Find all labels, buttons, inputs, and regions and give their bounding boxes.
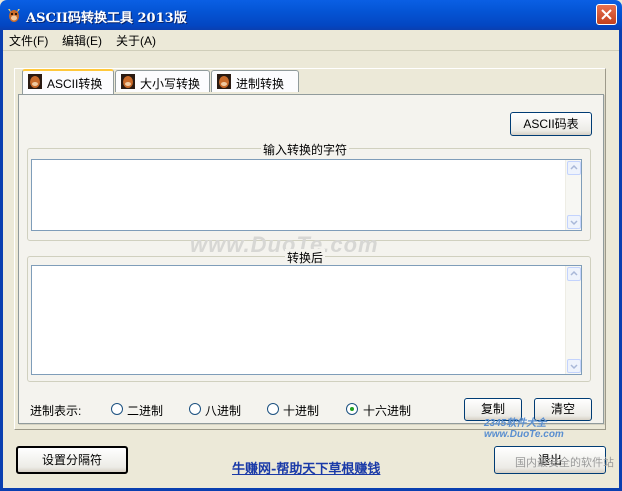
radio-hex-label[interactable]: 十六进制 <box>363 402 411 419</box>
scroll-up-arrow[interactable] <box>567 267 581 281</box>
radio-binary-label[interactable]: 二进制 <box>127 402 163 419</box>
chevron-up-icon <box>570 164 578 170</box>
footer-link[interactable]: 牛赚网-帮助天下草根赚钱 <box>232 458 380 477</box>
radio-octal-label[interactable]: 八进制 <box>205 402 241 419</box>
tab-ascii-label: ASCII转换 <box>47 77 103 91</box>
corner-watermark-bottom: 国内最安全的软件站 <box>515 457 614 469</box>
close-button[interactable] <box>596 4 617 25</box>
menu-divider <box>3 50 619 51</box>
corner-watermark-top: 2345软件大全 www.DuoTe.com <box>484 418 564 440</box>
close-icon <box>601 9 612 20</box>
tab-radix-label: 进制转换 <box>236 77 285 91</box>
ascii-table-button[interactable]: ASCII码表 <box>510 112 592 136</box>
output-textarea[interactable] <box>31 265 582 375</box>
output-scrollbar[interactable] <box>565 266 581 374</box>
chevron-down-icon <box>570 220 578 226</box>
input-group-label: 输入转换的字符 <box>261 141 350 158</box>
radix-options: 进制表示: 二进制 八进制 十进制 十六进制 <box>30 402 430 418</box>
set-separator-label: 设置分隔符 <box>41 453 102 467</box>
scroll-down-arrow[interactable] <box>567 215 581 229</box>
input-scrollbar[interactable] <box>565 160 581 230</box>
tab-radix[interactable]: 进制转换 <box>211 70 299 92</box>
scroll-up-arrow[interactable] <box>567 161 581 175</box>
chevron-down-icon <box>570 364 578 370</box>
input-textarea[interactable] <box>31 159 582 231</box>
window-title: ASCII码转换工具 2013版 <box>26 11 187 26</box>
tab-radix-icon <box>217 74 231 89</box>
app-icon <box>8 9 20 22</box>
menu-edit[interactable]: 编辑(E) <box>62 32 102 49</box>
tab-case-label: 大小写转换 <box>140 77 201 91</box>
output-group-label: 转换后 <box>285 249 326 266</box>
radio-binary[interactable] <box>111 403 123 415</box>
tab-case-icon <box>121 74 135 89</box>
chevron-up-icon <box>570 270 578 276</box>
radix-label: 进制表示: <box>30 404 82 418</box>
radio-decimal[interactable] <box>267 403 279 415</box>
tab-ascii-icon <box>28 74 42 89</box>
corner-watermark: 2345软件大全 www.DuoTe.com 国内最安全的软件站 <box>484 414 614 474</box>
scroll-down-arrow[interactable] <box>567 359 581 373</box>
radio-decimal-label[interactable]: 十进制 <box>283 402 319 419</box>
radio-octal[interactable] <box>189 403 201 415</box>
menu-file[interactable]: 文件(F) <box>9 32 48 49</box>
menu-bar: 文件(F) 编辑(E) 关于(A) <box>3 30 619 49</box>
menu-about[interactable]: 关于(A) <box>116 32 156 49</box>
tab-ascii[interactable]: ASCII转换 <box>22 69 114 94</box>
ascii-table-button-label: ASCII码表 <box>523 117 579 131</box>
set-separator-button[interactable]: 设置分隔符 <box>16 446 128 474</box>
tab-case[interactable]: 大小写转换 <box>115 70 210 92</box>
title-bar[interactable]: ASCII码转换工具 2013版 <box>0 0 622 30</box>
radio-hex[interactable] <box>346 403 358 415</box>
